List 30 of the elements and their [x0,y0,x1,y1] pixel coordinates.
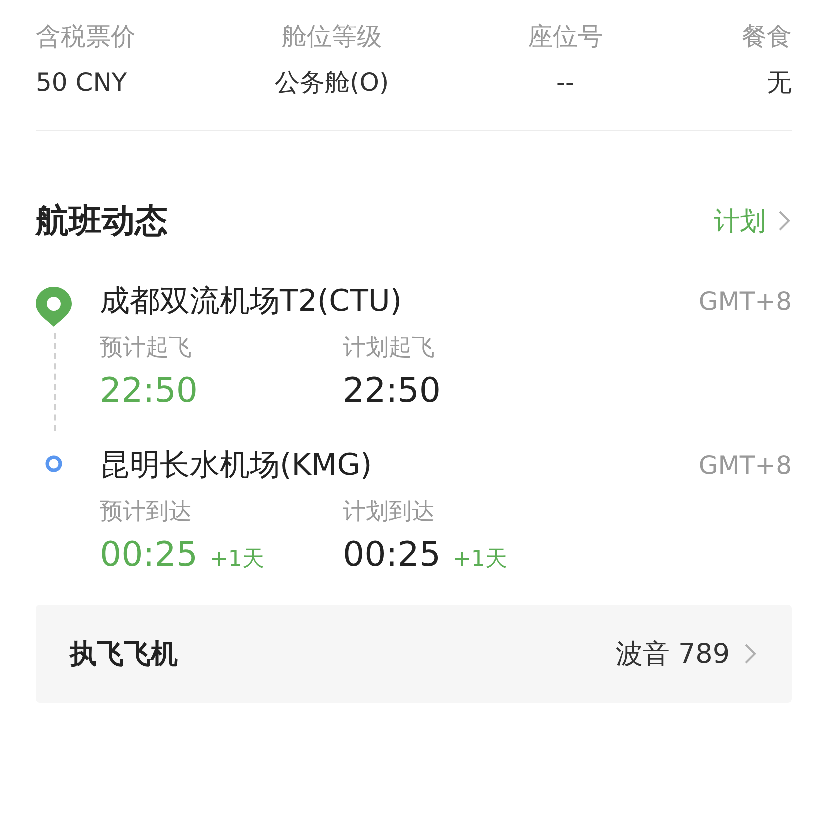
info-label: 座位号 [528,21,604,53]
time-label: 计划起飞 [343,334,436,363]
time-value: 22:50 [100,371,198,411]
day-offset: +1天 [452,546,508,574]
timezone: GMT+8 [698,286,792,316]
info-label: 餐食 [742,21,792,53]
time-value: 00:25 [100,535,198,575]
time-value: 00:25 [343,535,441,575]
timezone: GMT+8 [698,450,792,480]
airport-name: 昆明长水机场(KMG) [100,446,372,484]
aircraft-value: 波音 789 [616,638,730,672]
time-value: 22:50 [343,371,441,411]
chevron-right-icon [744,642,758,666]
aircraft-label: 执飞飞机 [70,638,178,672]
info-value: 无 [767,67,792,99]
day-offset: +1天 [210,546,264,574]
aircraft-row[interactable]: 执飞飞机 波音 789 [36,605,792,703]
info-value: -- [556,67,575,99]
location-pin-icon [36,287,72,327]
time-label: 计划到达 [343,498,436,527]
section-title: 航班动态 [36,200,168,242]
info-label: 含税票价 [36,21,136,53]
info-value: 50 CNY [36,67,128,99]
info-label: 舱位等级 [282,21,382,53]
chevron-right-icon [778,209,792,233]
circle-marker-icon [45,455,63,473]
time-label: 预计到达 [100,498,193,527]
airport-name: 成都双流机场T2(CTU) [100,282,402,320]
time-label: 预计起飞 [100,334,193,363]
info-value: 公务舱(O) [274,67,390,99]
